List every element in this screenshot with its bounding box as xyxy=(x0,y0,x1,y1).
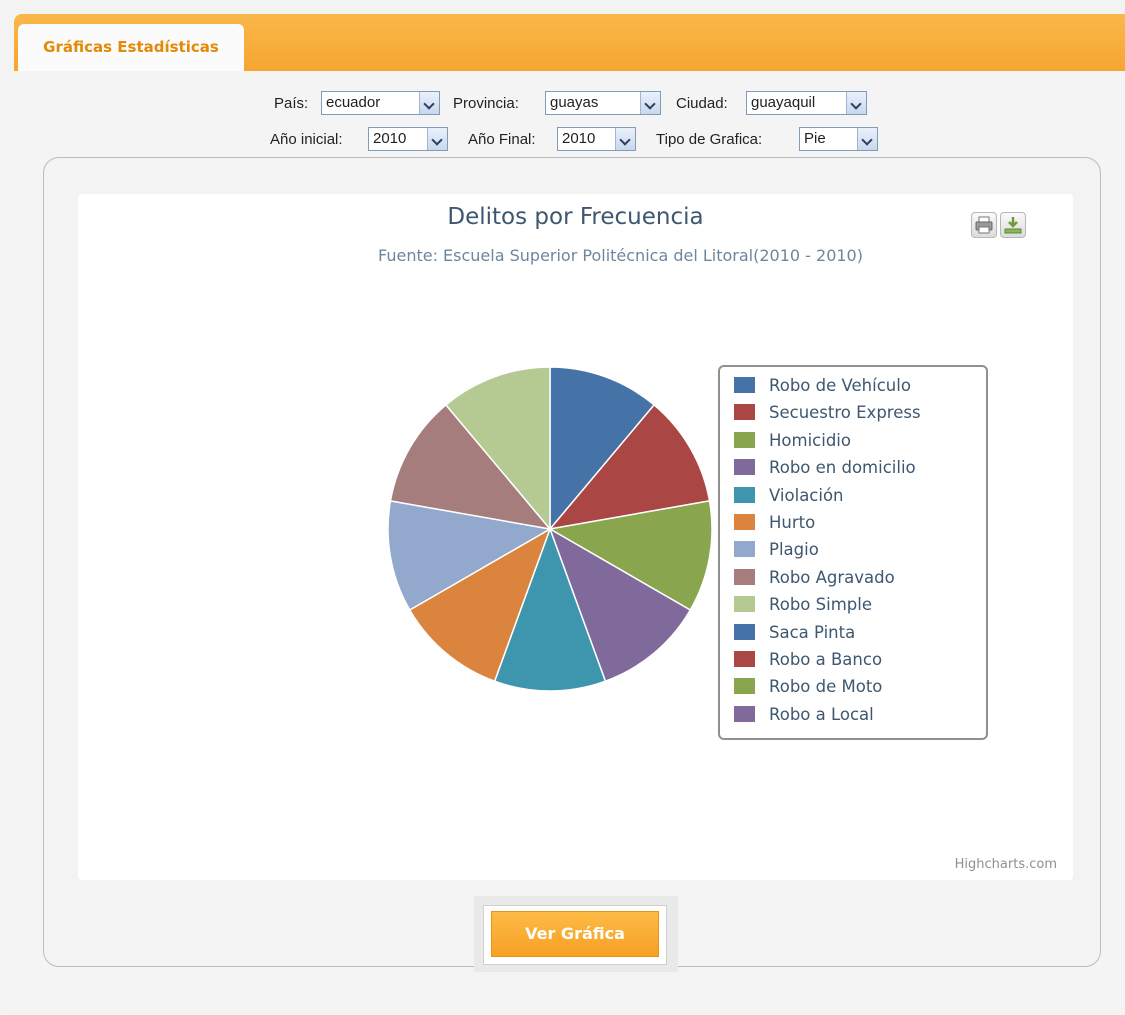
tipo-grafica-select[interactable]: Pie xyxy=(799,127,878,151)
legend-label: Robo a Local xyxy=(769,704,874,724)
legend-swatch xyxy=(734,568,755,585)
legend-swatch xyxy=(734,623,755,640)
legend-label: Secuestro Express xyxy=(769,403,921,423)
anio-final-filter: Año Final: 2010 xyxy=(468,127,636,153)
chart-subtitle: Fuente: Escuela Superior Politécnica del… xyxy=(378,246,863,265)
export-button[interactable] xyxy=(1000,212,1026,238)
chevron-down-icon[interactable] xyxy=(640,92,660,114)
anio-final-select-value: 2010 xyxy=(562,130,596,147)
anio-inicial-filter: Año inicial: 2010 xyxy=(270,127,448,153)
legend-label: Robo Agravado xyxy=(769,567,895,587)
chart-legend: Robo de Vehículo Secuestro Express Homicid… xyxy=(718,365,988,740)
legend-swatch xyxy=(734,651,755,667)
provincia-select-value: guayas xyxy=(550,94,599,111)
legend-label: Plagio xyxy=(769,540,819,560)
legend-label: Hurto xyxy=(769,513,816,532)
legend-label: Robo Simple xyxy=(769,595,872,615)
chevron-down-icon[interactable] xyxy=(846,92,866,114)
legend-swatch xyxy=(734,705,755,722)
print-button[interactable] xyxy=(971,212,997,238)
chevron-down-icon[interactable] xyxy=(857,128,877,150)
chevron-down-icon[interactable] xyxy=(427,128,447,150)
anio-final-label: Año Final: xyxy=(468,131,536,148)
credits-link[interactable]: Highcharts.com xyxy=(955,857,1057,872)
legend-label: Homicidio xyxy=(769,430,851,450)
pais-select-value: ecuador xyxy=(326,94,381,111)
anio-inicial-select-value: 2010 xyxy=(373,130,407,147)
ciudad-select[interactable]: guayaquil xyxy=(746,91,867,115)
tipo-grafica-filter: Tipo de Grafica: Pie xyxy=(656,127,878,153)
pais-filter: País: ecuador xyxy=(274,91,440,117)
anio-inicial-label: Año inicial: xyxy=(270,131,343,148)
tipo-grafica-label: Tipo de Grafica: xyxy=(656,131,763,148)
pais-select[interactable]: ecuador xyxy=(321,91,440,115)
tab-graficas-estadisticas[interactable]: Gráficas Estadísticas xyxy=(18,24,244,71)
legend-swatch xyxy=(734,377,755,393)
ciudad-select-value: guayaquil xyxy=(751,94,816,111)
legend-label: Robo de Vehículo xyxy=(769,376,911,395)
legend-label: Violación xyxy=(769,485,844,505)
legend-swatch xyxy=(734,678,755,695)
chevron-down-icon[interactable] xyxy=(419,92,439,114)
provincia-filter: Provincia: guayas xyxy=(453,91,661,117)
anio-final-select[interactable]: 2010 xyxy=(557,127,636,151)
legend-swatch xyxy=(734,514,755,530)
legend-label: Saca Pinta xyxy=(769,622,856,642)
legend-label: Robo de Moto xyxy=(769,677,883,697)
legend-swatch xyxy=(734,486,755,503)
anio-inicial-select[interactable]: 2010 xyxy=(368,127,448,151)
pais-label: País: xyxy=(274,95,309,112)
legend-swatch xyxy=(734,431,755,448)
legend-swatch xyxy=(734,541,755,558)
chart-title: Delitos por Frecuencia xyxy=(447,204,704,230)
ciudad-label: Ciudad: xyxy=(676,95,728,112)
ver-grafica-button[interactable]: Ver Gráfica xyxy=(491,911,659,957)
provincia-label: Provincia: xyxy=(453,95,519,112)
provincia-select[interactable]: guayas xyxy=(545,91,661,115)
legend-swatch xyxy=(734,459,755,476)
legend-label: Robo en domicilio xyxy=(769,458,916,478)
printer-icon xyxy=(975,216,993,234)
chevron-down-icon[interactable] xyxy=(615,128,635,150)
legend-swatch xyxy=(734,404,755,421)
ciudad-filter: Ciudad: guayaquil xyxy=(676,91,868,117)
legend-label: Robo a Banco xyxy=(769,650,883,669)
tipo-grafica-select-value: Pie xyxy=(804,130,826,147)
legend-swatch xyxy=(734,596,755,613)
download-icon xyxy=(1004,217,1022,234)
